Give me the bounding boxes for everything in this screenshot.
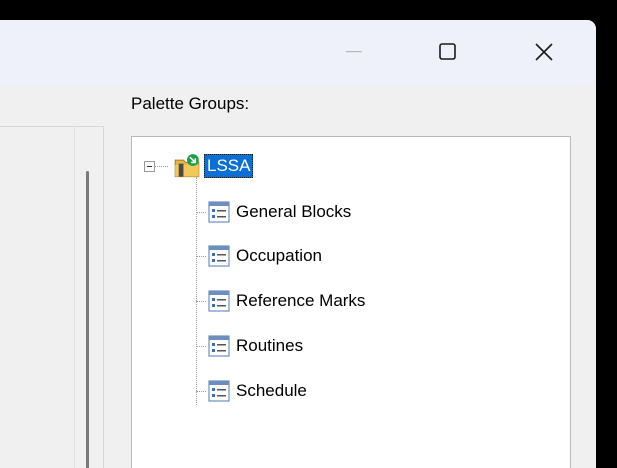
tree-root-label: LSSA <box>204 154 254 178</box>
tree-connector <box>155 166 168 167</box>
palette-list-icon <box>208 201 230 223</box>
minimize-button[interactable] <box>326 30 382 74</box>
close-button[interactable] <box>516 30 572 74</box>
close-icon <box>535 43 553 61</box>
vertical-scrollbar[interactable] <box>74 127 103 468</box>
dialog-content: Palette Groups: LSSA General Blocks Occu… <box>0 85 596 468</box>
tree-connector <box>196 256 206 257</box>
tree-item-occupation[interactable]: Occupation <box>208 242 322 270</box>
tree-item-routines[interactable]: Routines <box>208 332 303 360</box>
palette-list-icon <box>208 380 230 402</box>
tree-item-schedule[interactable]: Schedule <box>208 377 307 405</box>
folder-palette-icon <box>174 154 200 178</box>
dialog-window: Palette Groups: LSSA General Blocks Occu… <box>0 20 596 468</box>
maximize-icon <box>439 43 456 60</box>
tree-item-general-blocks[interactable]: General Blocks <box>208 198 351 226</box>
left-list-pane <box>0 126 104 468</box>
palette-groups-tree[interactable]: LSSA General Blocks Occupation Reference… <box>131 136 571 468</box>
palette-list-icon <box>208 335 230 357</box>
minimize-icon <box>346 51 362 53</box>
tree-item-label: Occupation <box>236 246 322 265</box>
title-bar <box>0 20 596 85</box>
tree-item-label: Schedule <box>236 381 307 400</box>
tree-connector <box>196 391 206 392</box>
scrollbar-thumb[interactable] <box>86 171 89 468</box>
tree-connector <box>196 301 206 302</box>
palette-groups-label: Palette Groups: <box>131 94 250 113</box>
tree-item-label: Routines <box>236 336 304 355</box>
palette-list-icon <box>208 290 230 312</box>
palette-list-icon <box>208 245 230 267</box>
maximize-button[interactable] <box>420 30 476 74</box>
tree-item-label: General Blocks <box>236 202 352 221</box>
tree-connector <box>196 346 206 347</box>
tree-item-reference-marks[interactable]: Reference Marks <box>208 287 365 315</box>
tree-root-lssa[interactable]: LSSA <box>170 152 254 180</box>
tree-connector <box>196 212 206 213</box>
collapse-toggle[interactable] <box>144 161 155 172</box>
tree-item-label: Reference Marks <box>236 291 366 310</box>
